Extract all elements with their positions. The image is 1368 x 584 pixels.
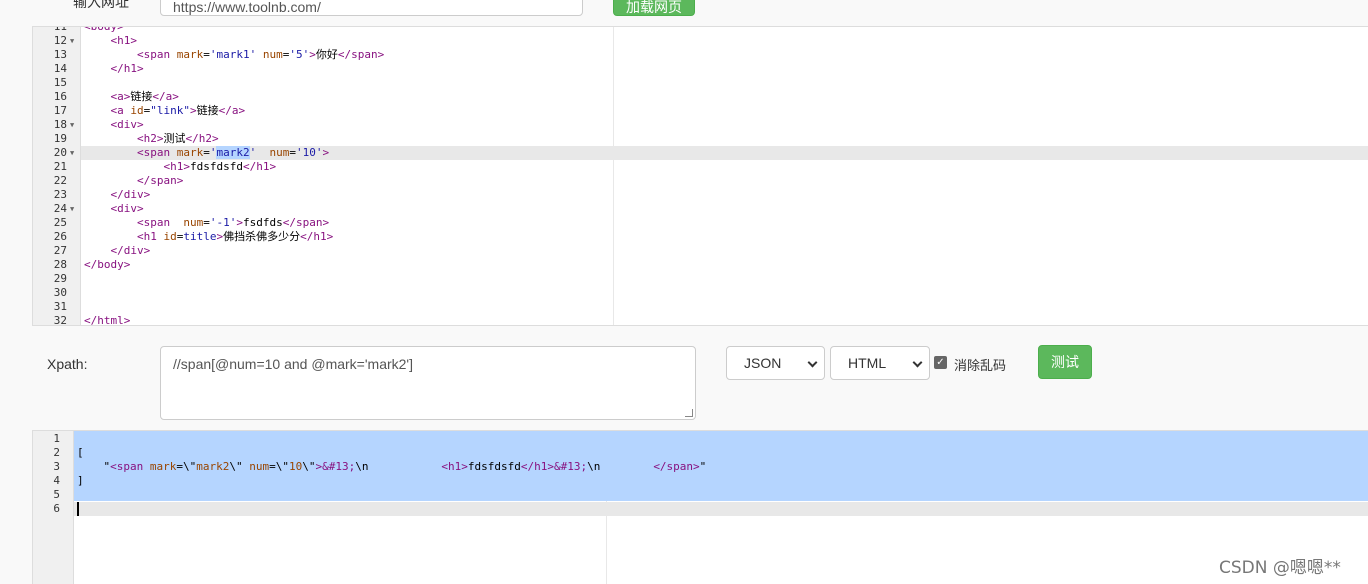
line-number: 1 (53, 432, 60, 445)
result-editor[interactable]: 1 2 [3 "<span mark=\"mark2\" num=\"10\">&#… (32, 430, 1368, 584)
line-number: 20 (53, 146, 67, 159)
result-editor-print-margin (606, 501, 607, 584)
line-number: 21 (53, 160, 67, 173)
code-line: <div> (110, 118, 144, 131)
fold-arrow-icon[interactable]: ▼ (70, 118, 74, 132)
code-line: </div> (110, 244, 151, 257)
line-number: 15 (53, 76, 67, 89)
type-select[interactable]: HTML (830, 346, 930, 380)
code-line: <a>链接</a> (110, 90, 179, 103)
chevron-down-icon (912, 357, 923, 368)
code-line: </span> (136, 174, 184, 187)
url-input-value: https://www.toolnb.com/ (173, 0, 321, 15)
line-number: 32 (53, 314, 67, 326)
format-select-value: JSON (744, 355, 782, 371)
line-number: 18 (53, 118, 67, 131)
fold-arrow-icon[interactable]: ▼ (70, 34, 74, 48)
result-line: ] (77, 474, 84, 487)
format-select[interactable]: JSON (726, 346, 825, 380)
line-number: 16 (53, 90, 67, 103)
text-cursor (77, 502, 79, 516)
line-number: 28 (53, 258, 67, 271)
fold-arrow-icon[interactable]: ▼ (70, 146, 74, 160)
line-number: 30 (53, 286, 67, 299)
result-line: [ (77, 446, 84, 459)
code-line: <a id="link">链接</a> (110, 104, 246, 117)
clean-garbled-checkbox[interactable]: ✓ (934, 356, 947, 369)
load-page-button[interactable]: 加载网页 (613, 0, 695, 16)
clean-garbled-label[interactable]: 消除乱码 (954, 355, 1006, 374)
source-code-editor[interactable]: 11 <body> 12 ▼ <h1> 13 <span mark='mark1' nu… (32, 26, 1368, 326)
line-number: 11 (53, 26, 67, 33)
line-number: 4 (53, 474, 60, 487)
line-number: 6 (53, 502, 60, 515)
code-line: <body> (84, 26, 124, 33)
line-number: 5 (53, 488, 60, 501)
result-line: "<span mark=\"mark2\" num=\"10\">&#13;\n… (77, 460, 707, 473)
code-line: </body> (84, 258, 131, 271)
code-line: <span mark='mark2' num='10'> (136, 146, 330, 159)
csdn-watermark: CSDN @嗯嗯** (1219, 558, 1341, 578)
url-input[interactable]: https://www.toolnb.com/ (160, 0, 583, 16)
active-line-highlight (33, 502, 1368, 516)
line-number: 2 (53, 446, 60, 459)
line-number: 14 (53, 62, 67, 75)
checkmark-icon: ✓ (936, 357, 945, 368)
line-number: 31 (53, 300, 67, 313)
code-line: <h1> (110, 34, 138, 47)
resize-grip-icon[interactable] (685, 409, 693, 417)
code-line: <h2>测试</h2> (136, 132, 219, 145)
type-select-value: HTML (848, 355, 887, 371)
url-label: 输入网址 (73, 0, 129, 10)
line-number: 13 (53, 48, 67, 61)
source-editor-print-margin (613, 27, 614, 325)
line-number: 17 (53, 104, 67, 117)
line-number: 12 (53, 34, 67, 47)
xpath-label: Xpath: (47, 356, 88, 372)
code-line: <span mark='mark1' num='5'>你好</span> (136, 48, 385, 61)
line-number: 23 (53, 188, 67, 201)
code-line: </html> (84, 314, 131, 326)
line-number: 26 (53, 230, 67, 243)
line-number: 27 (53, 244, 67, 257)
line-number: 22 (53, 174, 67, 187)
line-number: 19 (53, 132, 67, 145)
code-line: </div> (110, 188, 151, 201)
code-line: </h1> (110, 62, 144, 75)
xpath-input-value: //span[@num=10 and @mark='mark2'] (173, 356, 413, 372)
test-button[interactable]: 测试 (1038, 345, 1092, 379)
line-number: 29 (53, 272, 67, 285)
fold-arrow-icon[interactable]: ▼ (70, 202, 74, 216)
code-line: <div> (110, 202, 144, 215)
code-line: <h1 id=title>佛挡杀佛多少分</h1> (136, 230, 334, 243)
line-number: 25 (53, 216, 67, 229)
line-number: 24 (53, 202, 67, 215)
line-number: 3 (53, 460, 60, 473)
code-line: <span num='-1'>fsdfds</span> (136, 216, 330, 229)
xpath-input[interactable]: //span[@num=10 and @mark='mark2'] (160, 346, 696, 420)
code-line: <h1>fdsfdsfd</h1> (163, 160, 277, 173)
chevron-down-icon (807, 357, 818, 368)
